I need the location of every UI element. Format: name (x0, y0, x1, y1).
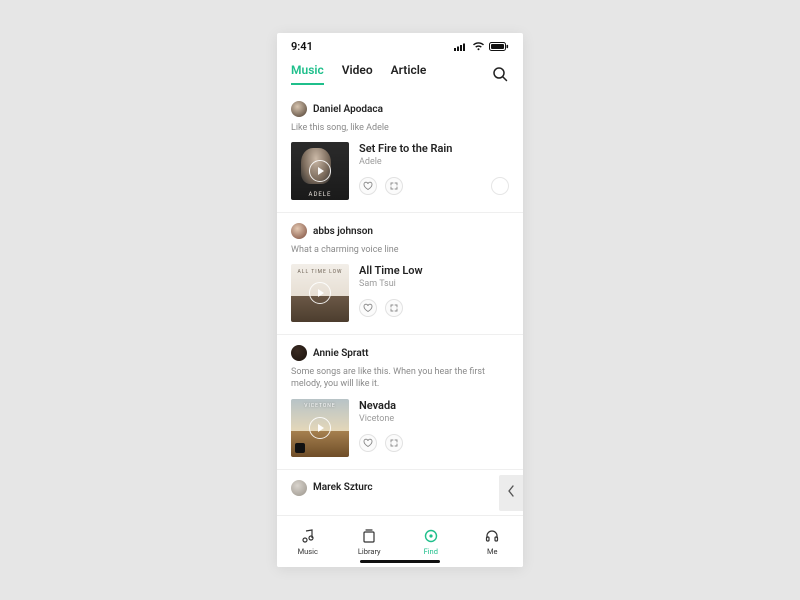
wifi-icon (472, 42, 485, 51)
chevron-left-icon (507, 485, 515, 501)
home-indicator[interactable] (360, 560, 440, 563)
status-bubble (491, 177, 509, 195)
track-info: All Time Low Sam Tsui (359, 264, 509, 322)
album-cover[interactable]: VICETONE (291, 399, 349, 457)
album-cover[interactable]: ALL TIME LOW (291, 264, 349, 322)
post-username[interactable]: Annie Spratt (313, 348, 368, 359)
play-button[interactable] (309, 282, 331, 304)
play-button[interactable] (309, 160, 331, 182)
nav-label: Library (358, 547, 381, 556)
headphones-icon (483, 527, 501, 545)
post-username[interactable]: abbs johnson (313, 226, 373, 237)
track-title[interactable]: All Time Low (359, 264, 509, 277)
cover-label: ADELE (291, 191, 349, 198)
track-info: Set Fire to the Rain Adele (359, 142, 509, 200)
nav-me[interactable]: Me (462, 516, 524, 567)
post-header: Marek Szturc (291, 480, 509, 496)
post-actions (359, 299, 509, 317)
like-button[interactable] (359, 434, 377, 452)
tab-video[interactable]: Video (342, 63, 373, 85)
phone-frame: 9:41 Music Video Article Daniel Apoda (277, 33, 523, 567)
post-actions (359, 434, 509, 452)
play-button[interactable] (309, 417, 331, 439)
expand-button[interactable] (385, 434, 403, 452)
expand-button[interactable] (385, 177, 403, 195)
side-drawer-handle[interactable] (499, 475, 523, 511)
track-info: Nevada Vicetone (359, 399, 509, 457)
track-artist: Vicetone (359, 414, 509, 424)
avatar[interactable] (291, 345, 307, 361)
nav-label: Me (487, 547, 498, 556)
content-tabs: Music Video Article (277, 59, 523, 91)
cover-label: ALL TIME LOW (291, 269, 349, 275)
find-icon (422, 527, 440, 545)
avatar[interactable] (291, 223, 307, 239)
post-media: VICETONE Nevada Vicetone (291, 399, 509, 457)
track-artist: Adele (359, 157, 509, 167)
search-icon[interactable] (491, 65, 509, 83)
track-artist: Sam Tsui (359, 279, 509, 289)
library-icon (360, 527, 378, 545)
nav-label: Music (298, 547, 318, 556)
status-time: 9:41 (291, 40, 313, 53)
post: Daniel Apodaca Like this song, like Adel… (277, 91, 523, 213)
music-note-icon (299, 527, 317, 545)
tab-music[interactable]: Music (291, 63, 324, 85)
battery-icon (489, 42, 509, 51)
post-header: abbs johnson (291, 223, 509, 239)
post: Marek Szturc (277, 470, 523, 496)
like-button[interactable] (359, 177, 377, 195)
track-title[interactable]: Nevada (359, 399, 509, 412)
post-username[interactable]: Daniel Apodaca (313, 104, 383, 115)
feed[interactable]: Daniel Apodaca Like this song, like Adel… (277, 91, 523, 515)
post-header: Daniel Apodaca (291, 101, 509, 117)
post: Annie Spratt Some songs are like this. W… (277, 335, 523, 469)
like-button[interactable] (359, 299, 377, 317)
nav-label: Find (424, 547, 438, 556)
post-media: ALL TIME LOW All Time Low Sam Tsui (291, 264, 509, 322)
post-caption: Like this song, like Adele (291, 122, 509, 134)
signal-icon (454, 42, 468, 51)
nav-music[interactable]: Music (277, 516, 339, 567)
post-actions (359, 177, 509, 195)
track-title[interactable]: Set Fire to the Rain (359, 142, 509, 155)
post-caption: What a charming voice line (291, 244, 509, 256)
post-username[interactable]: Marek Szturc (313, 482, 373, 493)
status-bar: 9:41 (277, 33, 523, 59)
album-cover[interactable]: ADELE (291, 142, 349, 200)
post-media: ADELE Set Fire to the Rain Adele (291, 142, 509, 200)
cover-label: VICETONE (291, 403, 349, 409)
post: abbs johnson What a charming voice line … (277, 213, 523, 335)
post-caption: Some songs are like this. When you hear … (291, 366, 509, 390)
expand-button[interactable] (385, 299, 403, 317)
avatar[interactable] (291, 480, 307, 496)
tab-article[interactable]: Article (391, 63, 427, 85)
post-header: Annie Spratt (291, 345, 509, 361)
avatar[interactable] (291, 101, 307, 117)
status-indicators (454, 42, 509, 51)
